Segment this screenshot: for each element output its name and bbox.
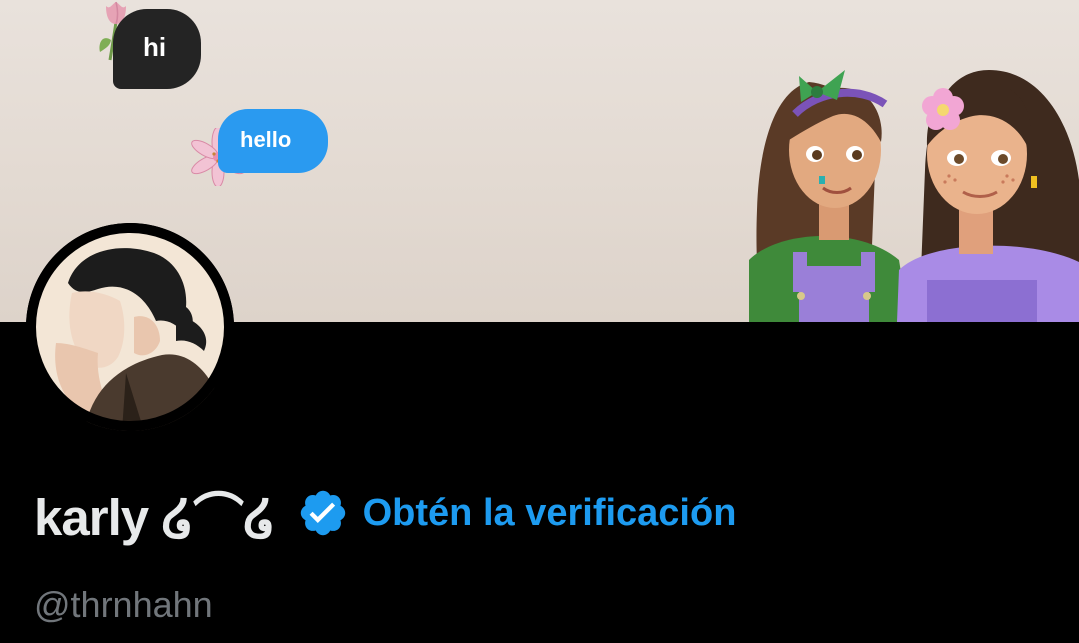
chat-bubble-hello: hello — [218, 109, 328, 173]
banner-character-art — [749, 70, 1079, 322]
verified-badge-icon[interactable] — [297, 487, 349, 539]
profile-name-row: karly ໒⌒໒ Obtén la verificación — [34, 478, 736, 548]
display-name: karly ໒⌒໒ — [34, 489, 276, 546]
chat-bubble-hi: hi — [113, 9, 201, 89]
get-verified-link[interactable]: Obtén la verificación — [363, 492, 737, 535]
profile-header: hi hello karly ໒⌒໒ Obtén la verificación… — [0, 0, 1079, 643]
user-handle: @thrnhahn — [34, 584, 213, 625]
avatar-border — [26, 223, 234, 431]
